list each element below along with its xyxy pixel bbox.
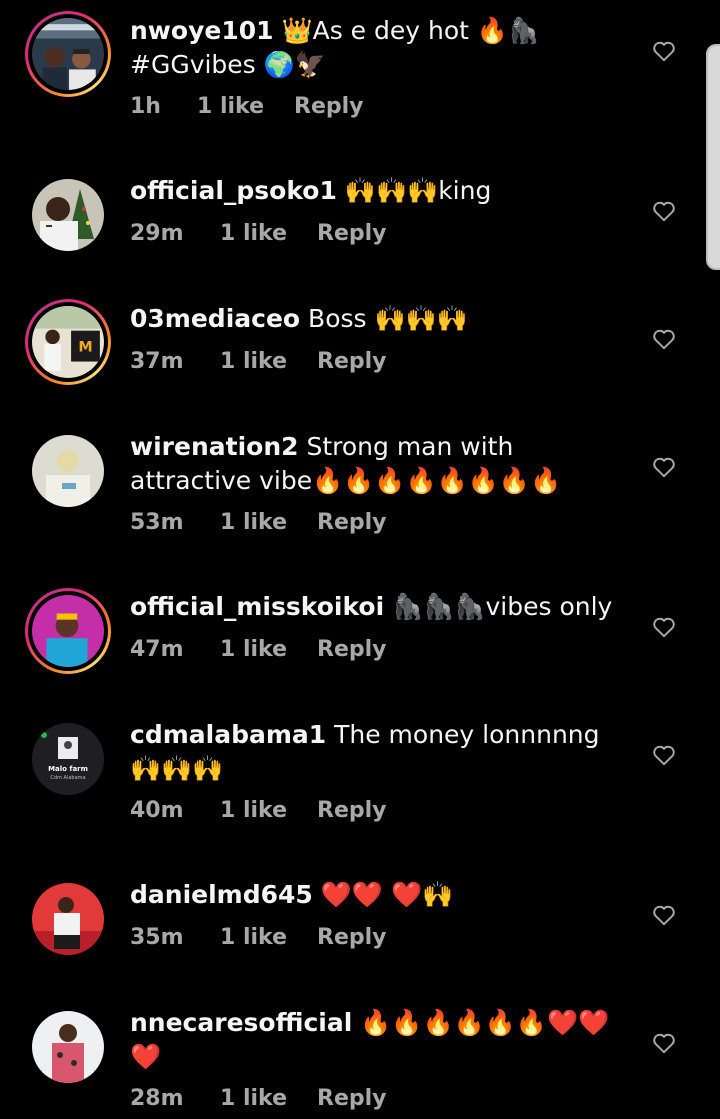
comment-body: official_psoko1 🙌🙌🙌king	[130, 174, 625, 208]
avatar-wrapper[interactable]	[25, 876, 111, 962]
comment-meta: 37m 1 like Reply	[130, 349, 387, 374]
comment-text: 🙌🙌🙌king	[336, 176, 492, 205]
comment-time: 35m	[130, 925, 184, 950]
avatar-story-ring[interactable]: M	[25, 299, 111, 385]
heart-outline-icon[interactable]	[651, 902, 677, 928]
comment-username[interactable]: 03mediaceo	[130, 304, 300, 333]
comment-likes[interactable]: 1 like	[220, 637, 317, 662]
avatar-wrapper[interactable]: Malo farm Cdm Alabama	[25, 716, 111, 802]
avatar-wrapper[interactable]	[25, 428, 111, 514]
avatar-image	[32, 18, 104, 90]
comment-time: 1h	[130, 94, 161, 119]
comment-body: nnecaresofficial 🔥🔥🔥🔥🔥🔥❤️❤️❤️	[130, 1006, 625, 1074]
comment-body: 03mediaceo Boss 🙌🙌🙌	[130, 302, 625, 336]
comment-time: 40m	[130, 798, 184, 823]
comment-meta: 28m 1 like Reply	[130, 1086, 387, 1111]
comment-body: wirenation2 Strong man with attractive v…	[130, 430, 625, 498]
comment-body: official_misskoikoi 🦍🦍🦍vibes only	[130, 590, 625, 624]
comment-text: ❤️❤️ ❤️🙌	[312, 880, 454, 909]
avatar-image	[32, 179, 104, 251]
comment-text: 🦍🦍🦍vibes only	[384, 592, 613, 621]
comment-time: 37m	[130, 349, 184, 374]
comment-meta: 40m 1 like Reply	[130, 798, 387, 823]
avatar-title: Malo farm	[48, 765, 88, 773]
heart-outline-icon[interactable]	[651, 38, 677, 64]
comment-meta: 47m 1 like Reply	[130, 637, 387, 662]
avatar	[32, 595, 104, 667]
comment-username[interactable]: nwoye101	[130, 16, 274, 45]
comment-likes[interactable]: 1 like	[220, 1086, 317, 1111]
comment-meta: 35m 1 like Reply	[130, 925, 387, 950]
avatar-image	[32, 1011, 104, 1083]
comment-likes[interactable]: 1 like	[220, 925, 317, 950]
heart-outline-icon[interactable]	[651, 614, 677, 640]
avatar-story-ring[interactable]	[25, 588, 111, 674]
comment-time: 28m	[130, 1086, 184, 1111]
reply-button[interactable]: Reply	[317, 925, 387, 950]
comment-meta: 1h 1 like Reply	[130, 94, 364, 119]
avatar-image	[32, 435, 104, 507]
svg-text:M: M	[78, 339, 92, 355]
comment-likes[interactable]: 1 like	[220, 221, 317, 246]
scrollbar-thumb[interactable]	[706, 44, 720, 270]
reply-button[interactable]: Reply	[317, 1086, 387, 1111]
comment-likes[interactable]: 1 like	[197, 94, 294, 119]
avatar	[32, 435, 104, 507]
comment-time: 53m	[130, 510, 184, 535]
comment-likes[interactable]: 1 like	[220, 510, 317, 535]
comment-meta: 53m 1 like Reply	[130, 510, 387, 535]
avatar-image	[32, 595, 104, 667]
comment-text: Boss 🙌🙌🙌	[300, 304, 468, 333]
comment-likes[interactable]: 1 like	[220, 798, 317, 823]
comment-username[interactable]: nnecaresofficial	[130, 1008, 352, 1037]
reply-button[interactable]: Reply	[294, 94, 364, 119]
avatar: M	[32, 306, 104, 378]
heart-outline-icon[interactable]	[651, 1030, 677, 1056]
comment-body: cdmalabama1 The money lonnnnng 🙌🙌🙌	[130, 718, 625, 786]
avatar-image	[32, 883, 104, 955]
comment-time: 47m	[130, 637, 184, 662]
avatar-subtitle: Cdm Alabama	[50, 775, 85, 781]
avatar-wrapper[interactable]	[25, 1004, 111, 1090]
heart-outline-icon[interactable]	[651, 198, 677, 224]
heart-outline-icon[interactable]	[651, 326, 677, 352]
reply-button[interactable]: Reply	[317, 349, 387, 374]
comment-username[interactable]: danielmd645	[130, 880, 313, 909]
reply-button[interactable]: Reply	[317, 798, 387, 823]
avatar	[32, 18, 104, 90]
reply-button[interactable]: Reply	[317, 510, 387, 535]
avatar-image: M	[32, 306, 104, 378]
heart-outline-icon[interactable]	[651, 742, 677, 768]
comment-username[interactable]: cdmalabama1	[130, 720, 326, 749]
comment-username[interactable]: official_misskoikoi	[130, 592, 384, 621]
comment-body: nwoye101 👑As e dey hot 🔥🦍 #GGvibes 🌍🦅	[130, 14, 625, 82]
avatar	[32, 179, 104, 251]
comment-meta: 29m 1 like Reply	[130, 221, 387, 246]
comment-username[interactable]: wirenation2	[130, 432, 299, 461]
avatar-image: Malo farm Cdm Alabama	[32, 723, 104, 795]
avatar-wrapper[interactable]	[25, 172, 111, 258]
reply-button[interactable]: Reply	[317, 221, 387, 246]
avatar	[32, 883, 104, 955]
comment-username[interactable]: official_psoko1	[130, 176, 337, 205]
avatar: Malo farm Cdm Alabama	[32, 723, 104, 795]
avatar	[32, 1011, 104, 1083]
comment-time: 29m	[130, 221, 184, 246]
avatar-story-ring[interactable]	[25, 11, 111, 97]
comment-likes[interactable]: 1 like	[220, 349, 317, 374]
comment-body: danielmd645 ❤️❤️ ❤️🙌	[130, 878, 625, 912]
reply-button[interactable]: Reply	[317, 637, 387, 662]
heart-outline-icon[interactable]	[651, 454, 677, 480]
